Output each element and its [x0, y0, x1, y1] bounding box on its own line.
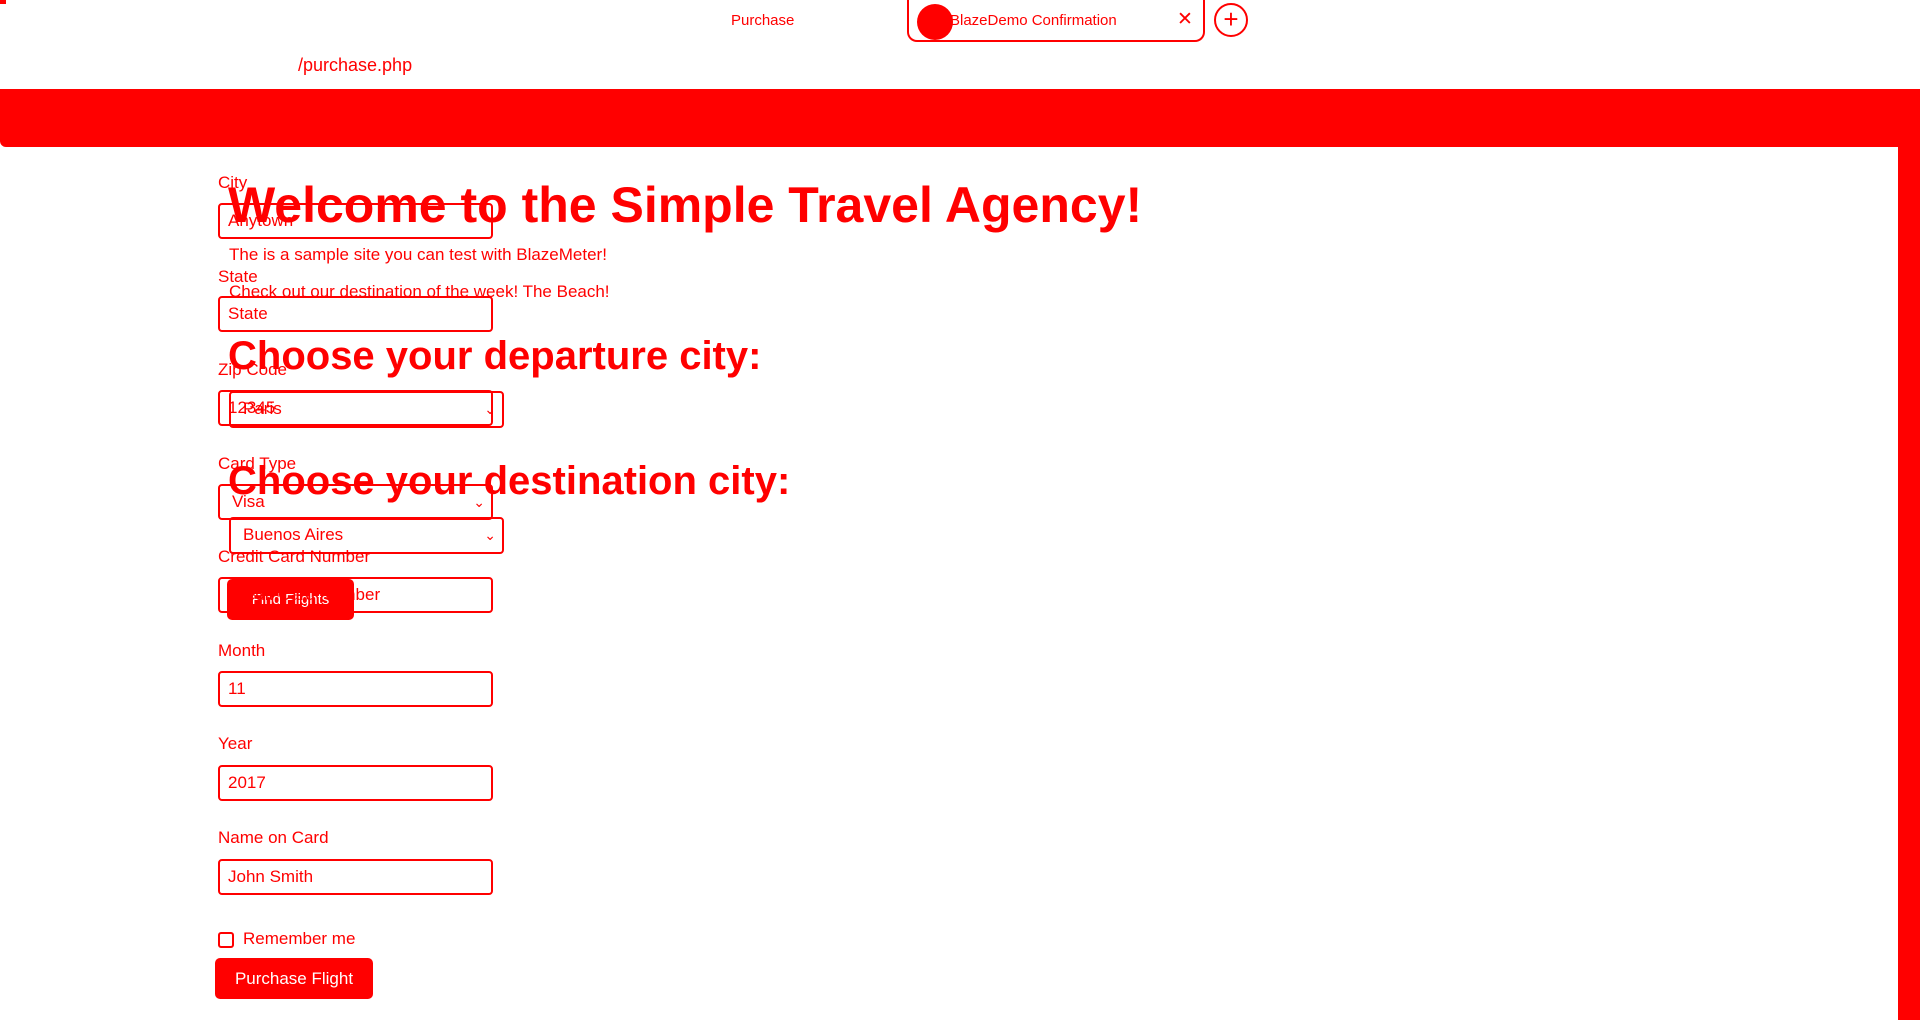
- departure-heading: Choose your departure city:: [228, 334, 762, 378]
- chevron-down-icon: ⌄: [484, 527, 496, 543]
- year-input[interactable]: 2017: [218, 765, 493, 801]
- chevron-down-icon: ⌄: [473, 494, 485, 510]
- remember-me-checkbox[interactable]: [218, 932, 234, 948]
- name-on-card-input[interactable]: John Smith: [218, 859, 493, 895]
- favicon-icon: [917, 4, 953, 40]
- zip-input[interactable]: 12345: [218, 390, 493, 426]
- month-input[interactable]: 11: [218, 671, 493, 707]
- new-tab-icon[interactable]: +: [1214, 3, 1248, 37]
- card-number-input[interactable]: Credit Card Number: [218, 577, 493, 613]
- name-on-card-label: Name on Card: [218, 828, 329, 847]
- card-type-label: Card Type: [218, 454, 297, 473]
- address-bar-url[interactable]: /purchase.php: [298, 55, 412, 76]
- card-type-value: Visa: [232, 492, 265, 511]
- year-label: Year: [218, 734, 253, 753]
- destination-value: Buenos Aires: [243, 525, 344, 544]
- city-input[interactable]: Anytown: [218, 203, 493, 239]
- state-label: State: [218, 267, 258, 286]
- card-type-select[interactable]: Visa ⌄: [218, 484, 493, 520]
- card-number-label: Credit Card Number: [218, 547, 371, 566]
- tab-confirmation-label[interactable]: BlazeDemo Confirmation: [950, 12, 1117, 29]
- zip-label: Zip Code: [218, 360, 287, 379]
- close-icon[interactable]: ✕: [1177, 8, 1193, 32]
- corner-mark: [0, 0, 6, 4]
- scrollbar[interactable]: [1898, 147, 1920, 1020]
- city-label: City: [218, 173, 248, 192]
- header-banner: [0, 89, 1920, 147]
- state-input[interactable]: State: [218, 296, 493, 332]
- purchase-flight-button[interactable]: Purchase Flight: [215, 958, 373, 999]
- month-label: Month: [218, 641, 266, 660]
- intro-text: The is a sample site you can test with B…: [229, 245, 607, 264]
- tab-purchase[interactable]: Purchase: [731, 12, 794, 29]
- remember-me-label[interactable]: Remember me: [243, 929, 355, 949]
